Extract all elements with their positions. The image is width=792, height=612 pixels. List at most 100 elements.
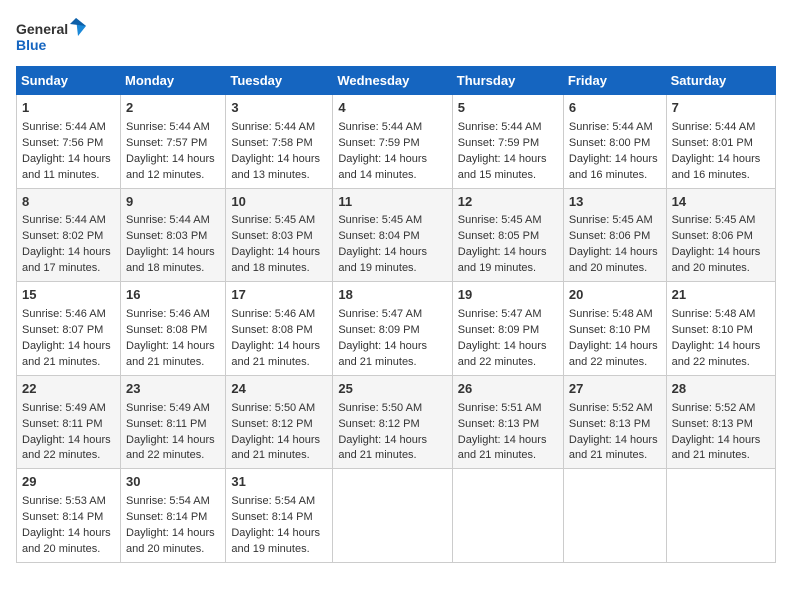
- sunset: Sunset: 8:10 PM: [569, 324, 650, 336]
- day-header-thursday: Thursday: [452, 67, 563, 95]
- daylight-label: Daylight: 14 hours and 16 minutes.: [672, 153, 761, 181]
- calendar-week-2: 8Sunrise: 5:44 AMSunset: 8:02 PMDaylight…: [17, 188, 776, 282]
- calendar-week-3: 15Sunrise: 5:46 AMSunset: 8:07 PMDayligh…: [17, 282, 776, 376]
- sunset: Sunset: 8:03 PM: [126, 230, 207, 242]
- sunset: Sunset: 8:03 PM: [231, 230, 312, 242]
- sunset: Sunset: 8:05 PM: [458, 230, 539, 242]
- sunrise: Sunrise: 5:44 AM: [22, 121, 106, 133]
- calendar-cell: 2Sunrise: 5:44 AMSunset: 7:57 PMDaylight…: [121, 95, 226, 189]
- sunrise: Sunrise: 5:53 AM: [22, 495, 106, 507]
- day-number: 8: [22, 193, 115, 212]
- sunset: Sunset: 8:13 PM: [569, 418, 650, 430]
- sunrise: Sunrise: 5:45 AM: [338, 214, 422, 226]
- daylight-label: Daylight: 14 hours and 16 minutes.: [569, 153, 658, 181]
- sunrise: Sunrise: 5:44 AM: [126, 214, 210, 226]
- daylight-label: Daylight: 14 hours and 19 minutes.: [231, 527, 320, 555]
- day-number: 23: [126, 380, 220, 399]
- day-number: 5: [458, 99, 558, 118]
- daylight-label: Daylight: 14 hours and 19 minutes.: [338, 246, 427, 274]
- calendar-cell: 28Sunrise: 5:52 AMSunset: 8:13 PMDayligh…: [666, 375, 775, 469]
- day-number: 12: [458, 193, 558, 212]
- day-number: 3: [231, 99, 327, 118]
- sunrise: Sunrise: 5:45 AM: [672, 214, 756, 226]
- day-number: 24: [231, 380, 327, 399]
- calendar-cell: 9Sunrise: 5:44 AMSunset: 8:03 PMDaylight…: [121, 188, 226, 282]
- sunset: Sunset: 7:59 PM: [338, 137, 419, 149]
- daylight-label: Daylight: 14 hours and 20 minutes.: [126, 527, 215, 555]
- calendar-cell: 29Sunrise: 5:53 AMSunset: 8:14 PMDayligh…: [17, 469, 121, 563]
- calendar-week-4: 22 Sunrise: 5:49 AM Sunset: 8:11 PM Dayligh…: [17, 375, 776, 469]
- calendar-cell: 8Sunrise: 5:44 AMSunset: 8:02 PMDaylight…: [17, 188, 121, 282]
- sunrise: Sunrise: 5:54 AM: [126, 495, 210, 507]
- calendar-cell: 19Sunrise: 5:47 AMSunset: 8:09 PMDayligh…: [452, 282, 563, 376]
- sunrise: Sunrise: 5:54 AM: [231, 495, 315, 507]
- sunset: Sunset: 8:00 PM: [569, 137, 650, 149]
- sunset: Sunset: 8:11 PM: [22, 418, 103, 430]
- daylight-label: Daylight: 14 hours and 20 minutes.: [672, 246, 761, 274]
- calendar-cell: [452, 469, 563, 563]
- day-number: 26: [458, 380, 558, 399]
- sunrise: Sunrise: 5:44 AM: [231, 121, 315, 133]
- sunrise: Sunrise: 5:46 AM: [22, 308, 106, 320]
- daylight-label: Daylight: 14 hours and 21 minutes.: [672, 434, 761, 462]
- sunset: Sunset: 8:08 PM: [126, 324, 207, 336]
- calendar-cell: 20Sunrise: 5:48 AMSunset: 8:10 PMDayligh…: [563, 282, 666, 376]
- daylight-label: Daylight: 14 hours and 21 minutes.: [22, 340, 111, 368]
- daylight-label: Daylight: 14 hours and 11 minutes.: [22, 153, 111, 181]
- sunrise: Sunrise: 5:52 AM: [569, 402, 653, 414]
- calendar-cell: 24Sunrise: 5:50 AMSunset: 8:12 PMDayligh…: [226, 375, 333, 469]
- sunrise: Sunrise: 5:50 AM: [338, 402, 422, 414]
- day-number: 30: [126, 473, 220, 492]
- sunrise: Sunrise: 5:44 AM: [672, 121, 756, 133]
- sunrise: Sunrise: 5:45 AM: [458, 214, 542, 226]
- calendar-cell: 5Sunrise: 5:44 AMSunset: 7:59 PMDaylight…: [452, 95, 563, 189]
- header: General Blue: [16, 16, 776, 58]
- day-number: 4: [338, 99, 446, 118]
- day-number: 11: [338, 193, 446, 212]
- day-number: 14: [672, 193, 770, 212]
- calendar-cell: 23Sunrise: 5:49 AMSunset: 8:11 PMDayligh…: [121, 375, 226, 469]
- sunset: Sunset: 8:14 PM: [126, 511, 207, 523]
- sunrise: Sunrise: 5:49 AM: [22, 402, 106, 414]
- day-number: 7: [672, 99, 770, 118]
- day-number: 16: [126, 286, 220, 305]
- sunset: Sunset: 8:06 PM: [672, 230, 753, 242]
- day-number: 28: [672, 380, 770, 399]
- sunset: Sunset: 8:07 PM: [22, 324, 103, 336]
- daylight-label: Daylight: 14 hours and 19 minutes.: [458, 246, 547, 274]
- sunset: Sunset: 7:58 PM: [231, 137, 312, 149]
- day-number: 22: [22, 380, 115, 399]
- calendar-cell: 10Sunrise: 5:45 AMSunset: 8:03 PMDayligh…: [226, 188, 333, 282]
- svg-text:General: General: [16, 21, 68, 37]
- sunset: Sunset: 8:08 PM: [231, 324, 312, 336]
- daylight-label: Daylight: 14 hours and 17 minutes.: [22, 246, 111, 274]
- sunrise: Sunrise: 5:44 AM: [569, 121, 653, 133]
- daylight-label: Daylight: 14 hours and 22 minutes.: [22, 434, 111, 462]
- day-number: 27: [569, 380, 661, 399]
- calendar-cell: 27Sunrise: 5:52 AMSunset: 8:13 PMDayligh…: [563, 375, 666, 469]
- sunset: Sunset: 8:09 PM: [338, 324, 419, 336]
- calendar-cell: 13Sunrise: 5:45 AMSunset: 8:06 PMDayligh…: [563, 188, 666, 282]
- sunset: Sunset: 8:09 PM: [458, 324, 539, 336]
- sunrise: Sunrise: 5:44 AM: [22, 214, 106, 226]
- svg-text:Blue: Blue: [16, 37, 47, 53]
- day-number: 21: [672, 286, 770, 305]
- calendar-header: SundayMondayTuesdayWednesdayThursdayFrid…: [17, 67, 776, 95]
- sunrise: Sunrise: 5:44 AM: [338, 121, 422, 133]
- daylight-label: Daylight: 14 hours and 21 minutes.: [231, 340, 320, 368]
- day-number: 2: [126, 99, 220, 118]
- sunrise: Sunrise: 5:47 AM: [458, 308, 542, 320]
- sunset: Sunset: 8:01 PM: [672, 137, 753, 149]
- calendar-cell: 21Sunrise: 5:48 AMSunset: 8:10 PMDayligh…: [666, 282, 775, 376]
- day-header-friday: Friday: [563, 67, 666, 95]
- calendar-cell: [563, 469, 666, 563]
- sunrise: Sunrise: 5:47 AM: [338, 308, 422, 320]
- day-number: 25: [338, 380, 446, 399]
- sunrise: Sunrise: 5:48 AM: [672, 308, 756, 320]
- sunset: Sunset: 7:59 PM: [458, 137, 539, 149]
- calendar-cell: 12 Sunrise: 5:45 AM Sunset: 8:05 PM Dayligh…: [452, 188, 563, 282]
- daylight-label: Daylight: 14 hours and 22 minutes.: [458, 340, 547, 368]
- day-number: 17: [231, 286, 327, 305]
- daylight-label: Daylight: 14 hours and 14 minutes.: [338, 153, 427, 181]
- daylight-label: Daylight: 14 hours and 21 minutes.: [458, 434, 547, 462]
